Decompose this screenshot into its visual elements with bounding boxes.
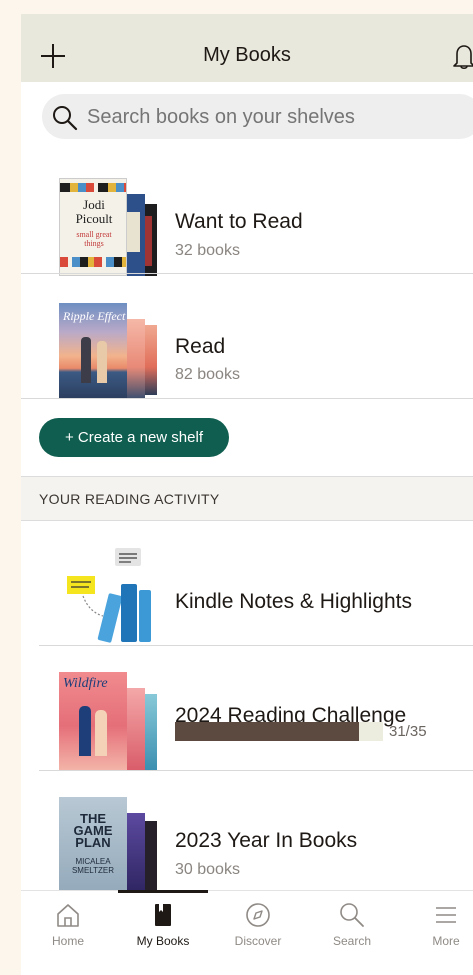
challenge-cover-stack: Wildfire (59, 672, 159, 770)
bell-icon (453, 45, 473, 70)
tab-label: My Books (136, 934, 190, 948)
tab-more[interactable]: More (401, 901, 473, 961)
active-tab-indicator (118, 890, 208, 893)
divider (21, 273, 473, 274)
notes-highlights-icon (67, 548, 151, 643)
tab-label: Home (51, 934, 84, 948)
challenge-progress-text: 31/35 (389, 723, 427, 740)
tab-home[interactable]: Home (23, 901, 113, 961)
tab-label: Search (332, 934, 372, 948)
book-cover: THE GAME PLAN MICALEA SMELTZER (59, 797, 127, 895)
year-in-books-title: 2023 Year In Books (175, 829, 358, 852)
book-icon (155, 904, 171, 926)
shelf-count: 82 books (175, 366, 240, 383)
search-icon (340, 903, 364, 927)
search-input[interactable] (85, 94, 469, 141)
cover-author: Jodi Picoult (75, 197, 113, 226)
shelf-want-to-read[interactable]: Jodi Picoult small great things Want to … (21, 164, 473, 289)
cover-author: MICALEA SMELTZER (71, 857, 115, 875)
create-shelf-button[interactable]: + Create a new shelf (39, 418, 229, 457)
section-header: YOUR READING ACTIVITY (21, 476, 473, 521)
shelf-read[interactable]: Ripple Effect Read 82 books (21, 286, 473, 411)
shelf-cover-stack: Ripple Effect (59, 303, 159, 401)
cover-title: small great things (76, 230, 112, 248)
home-icon (57, 904, 79, 927)
kindle-notes-row[interactable]: Kindle Notes & Highlights (21, 534, 473, 659)
cover-title-text: Wildfire (63, 676, 108, 691)
tab-search[interactable]: Search (307, 901, 397, 961)
challenge-progress-fill (175, 722, 360, 741)
book-cover (125, 319, 145, 399)
cover-title: Ripple Effect (63, 309, 126, 323)
year-in-books-count: 30 books (175, 861, 240, 878)
menu-icon (436, 907, 456, 923)
tab-label: More (432, 934, 460, 948)
book-cover (125, 688, 145, 770)
app-screen: My Books Jodi Picoult smal (21, 14, 473, 975)
notes-illustration (59, 546, 159, 644)
tab-label: Discover (234, 934, 282, 948)
shelf-name: Want to Read (175, 210, 303, 233)
notifications-button[interactable] (451, 41, 473, 71)
page-title: My Books (203, 44, 291, 66)
year-cover-stack: THE GAME PLAN MICALEA SMELTZER (59, 797, 159, 895)
shelf-count: 32 books (175, 242, 240, 259)
notes-label: Kindle Notes & Highlights (175, 590, 412, 613)
book-cover: Wildfire (59, 672, 127, 770)
divider (21, 398, 473, 399)
shelf-name: Read (175, 335, 226, 358)
tab-my-books[interactable]: My Books (118, 901, 208, 961)
divider (39, 645, 473, 646)
top-bar: My Books (21, 14, 473, 82)
divider (39, 770, 473, 771)
shelf-cover-stack: Jodi Picoult small great things (59, 178, 159, 276)
cover-title: THE GAME PLAN (73, 811, 113, 850)
challenge-progress-bar (175, 722, 383, 741)
bottom-tab-bar: Home My Books Discover Search More (21, 890, 473, 975)
home-indicator (175, 969, 341, 974)
compass-icon (246, 903, 270, 927)
book-cover: Ripple Effect (59, 303, 127, 399)
tab-discover[interactable]: Discover (213, 901, 303, 961)
search-icon (53, 106, 78, 131)
book-cover: Jodi Picoult small great things (59, 178, 127, 276)
search-bar[interactable] (42, 94, 473, 141)
section-title: YOUR READING ACTIVITY (39, 491, 220, 507)
book-cover (125, 813, 145, 895)
